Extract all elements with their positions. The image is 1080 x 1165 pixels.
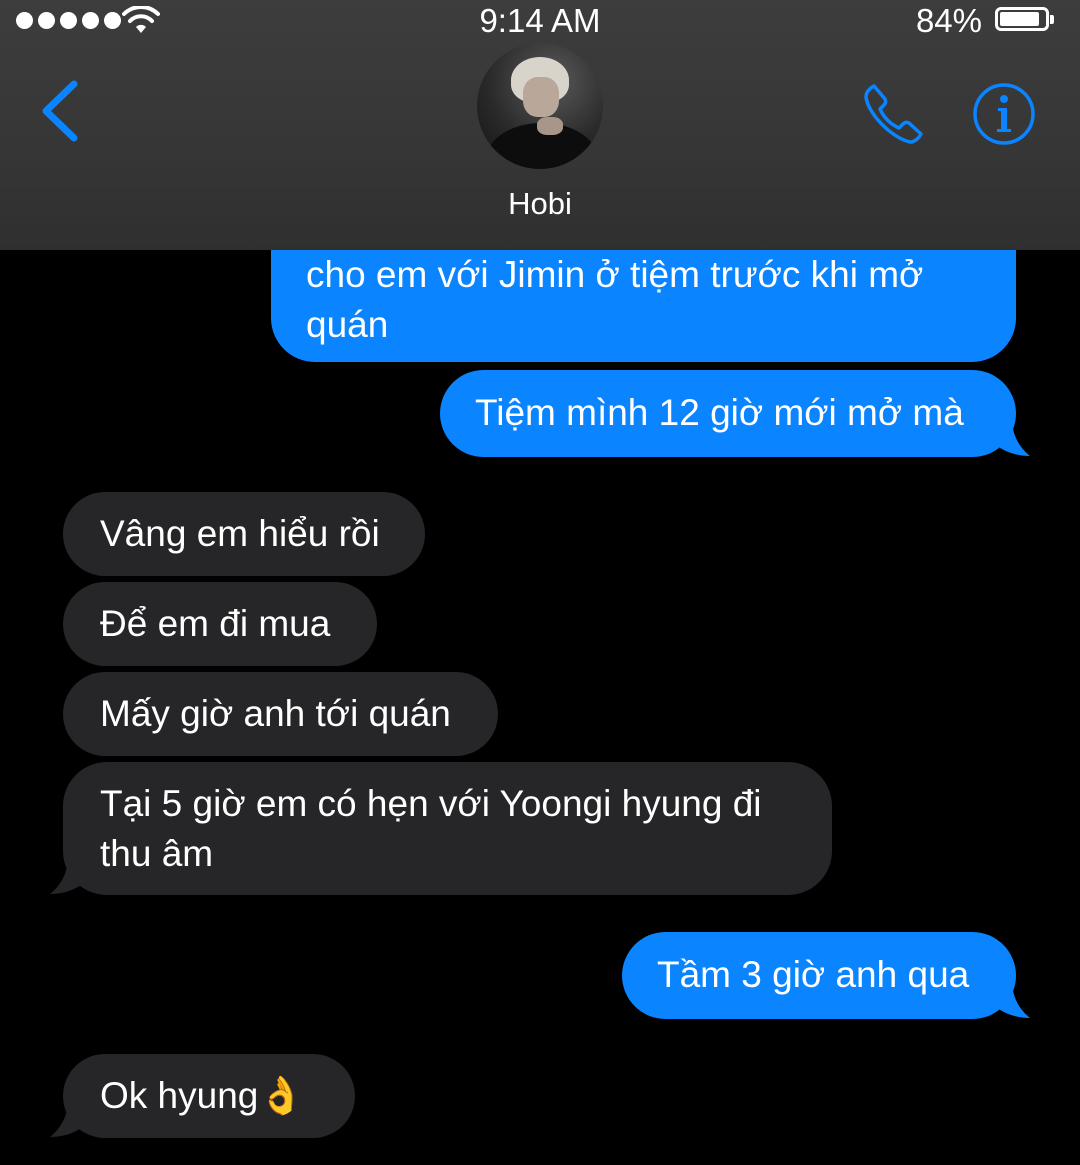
incoming-message[interactable]: Để em đi mua [63,582,377,666]
bubble-tail [50,1099,90,1137]
battery-icon [995,7,1054,31]
bubble-tail [50,856,90,894]
message-text-line: Tại 5 giờ em có hẹn với Yoongi hyung đi [100,783,762,824]
outgoing-message[interactable]: Tầm 3 giờ anh qua [622,932,1016,1019]
incoming-message[interactable]: Tại 5 giờ em có hẹn với Yoongi hyung đi … [63,762,832,895]
message-text-line: Tầm 3 giờ anh qua [657,954,970,995]
message-text-line: quán [306,304,389,345]
message-text-line: Để em đi mua [100,603,331,644]
bubble-tail [990,980,1030,1018]
status-bar: 9:14 AM 84% [0,0,1080,42]
message-text-line: Tiệm mình 12 giờ mới mở mà [475,392,964,433]
info-icon[interactable] [972,82,1036,146]
message-text-line: Vâng em hiểu rồi [100,513,380,554]
incoming-message[interactable]: Vâng em hiểu rồi [63,492,425,576]
outgoing-message[interactable]: Tiệm mình 12 giờ mới mở mà [440,370,1016,457]
chevron-left-icon[interactable] [36,76,86,146]
message-text-line: Ok hyung👌 [100,1075,305,1116]
phone-icon[interactable] [860,80,928,148]
contact-name[interactable]: Hobi [0,186,1080,222]
message-text-line: cho em với Jimin ở tiệm trước khi mở [306,254,924,295]
battery-percentage: 84% [915,2,982,39]
message-text-line: Mấy giờ anh tới quán [100,693,451,734]
bubble-tail [990,418,1030,456]
incoming-message[interactable]: Ok hyung👌 [63,1054,355,1138]
conversation-header: 9:14 AM 84% Hobi [0,0,1080,250]
incoming-message[interactable]: Mấy giờ anh tới quán [63,672,498,756]
message-text-line: thu âm [100,833,214,874]
contact-avatar[interactable] [477,43,603,169]
